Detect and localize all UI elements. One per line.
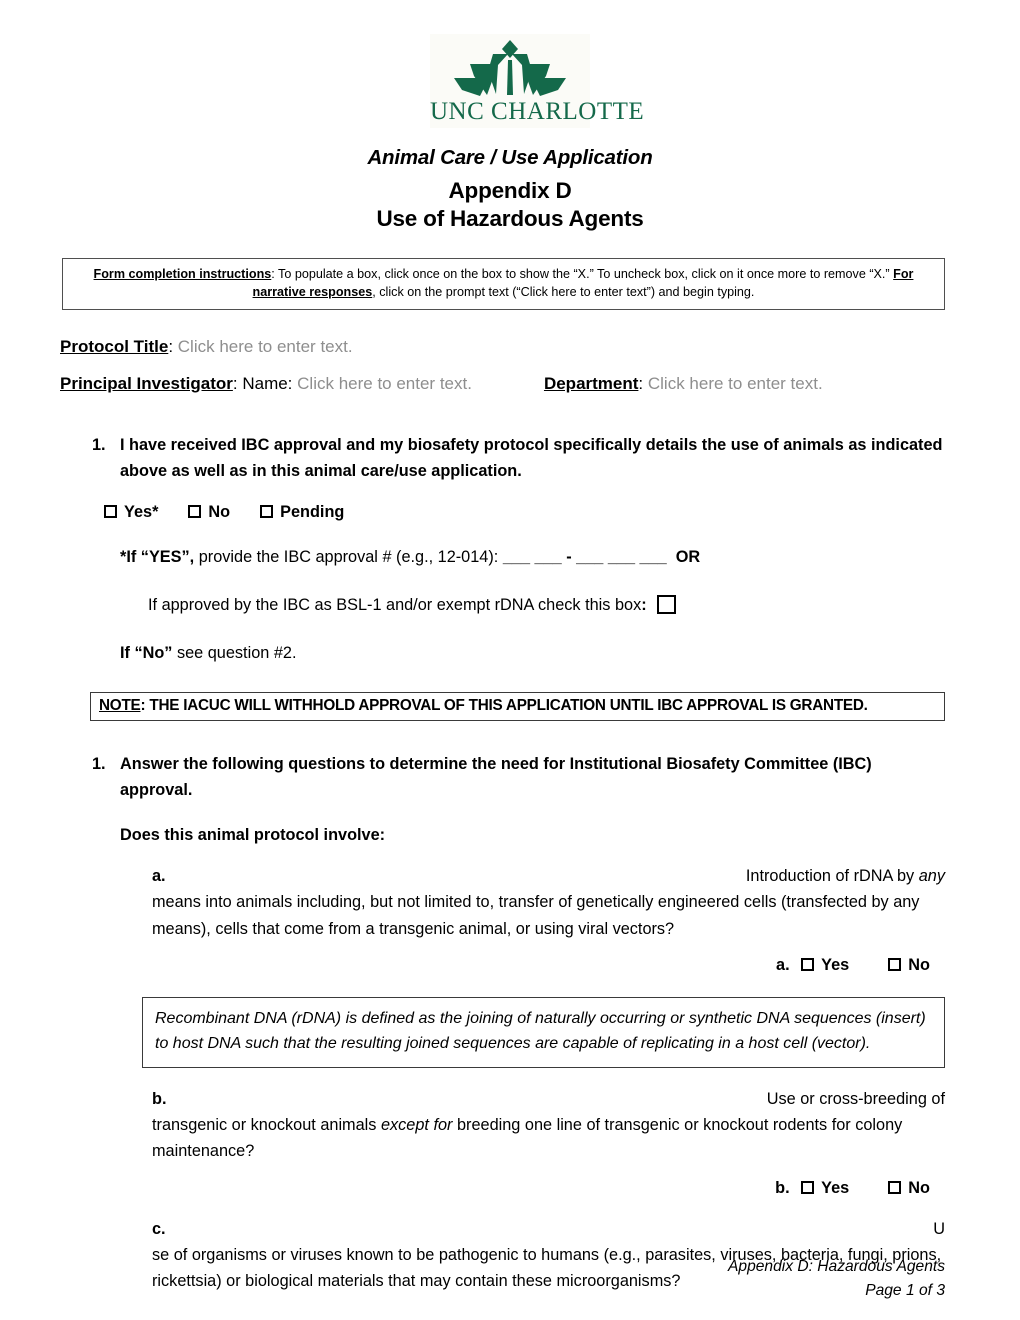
pi-name-input[interactable]: Click here to enter text. (297, 374, 472, 393)
item-a-first-line: Introduction of rDNA by any (745, 866, 945, 885)
logo-header: UNC CHARLOTTE (0, 0, 1020, 128)
if-no-instruction: see question #2. (172, 643, 297, 662)
item-b-answer-letter: b. (775, 1178, 790, 1197)
if-yes-label: *If “YES”, (120, 547, 195, 566)
checkbox-no-icon[interactable] (188, 504, 202, 518)
bsl1-colon: : (641, 595, 647, 614)
unc-charlotte-logo: UNC CHARLOTTE (430, 34, 645, 128)
principal-investigator-row: Principal Investigator: Name: Click here… (60, 373, 960, 394)
question-1-number: 1. (92, 436, 106, 454)
question-2-text: Answer the following questions to determ… (120, 754, 872, 800)
item-b-letter: b. (152, 1089, 167, 1108)
item-b-no-label: No (908, 1178, 930, 1197)
question-2: 1. Answer the following questions to det… (92, 751, 945, 804)
checkbox-b-no-icon[interactable] (888, 1180, 902, 1194)
department-label: Department (543, 373, 639, 393)
question-1-text: I have received IBC approval and my bios… (120, 436, 943, 481)
option-pending-label: Pending (280, 502, 345, 521)
checkbox-a-yes-icon[interactable] (801, 957, 815, 971)
checkbox-pending-icon[interactable] (260, 504, 274, 518)
checkbox-b-yes-icon[interactable] (801, 1180, 815, 1194)
principal-investigator-label: Principal Investigator (60, 373, 233, 393)
checkbox-yes-icon[interactable] (104, 504, 117, 518)
item-b-yes-label: Yes (821, 1178, 850, 1197)
note-label: NOTE (99, 696, 141, 714)
page-footer: Appendix D: Hazardous Agents Page 1 of 3 (728, 1255, 945, 1302)
instructions-text-1: : To populate a box, click once on the b… (271, 267, 894, 281)
option-yes[interactable]: Yes* (104, 503, 158, 522)
ibc-approval-number-row: *If “YES”, provide the IBC approval # (e… (120, 544, 945, 570)
logo-wordmark: UNC CHARLOTTE (430, 98, 645, 125)
page-total: 3 (936, 1281, 945, 1299)
footer-pagination: Page 1 of 3 (865, 1281, 945, 1299)
item-a-answer-letter: a. (776, 955, 790, 974)
instructions-label: Form completion instructions (93, 267, 272, 281)
question-2-item-b: b. Use or cross-breeding of transgenic o… (152, 1086, 945, 1165)
form-instructions-box: Form completion instructions: To populat… (62, 258, 945, 310)
page-number: 1 (905, 1281, 915, 1299)
rdna-definition-box: Recombinant DNA (rDNA) is defined as the… (142, 996, 945, 1068)
crown-icon (454, 40, 566, 96)
pi-name-prefix: : Name: (232, 373, 298, 393)
option-no[interactable]: No (188, 503, 230, 522)
checkbox-a-no-icon[interactable] (888, 957, 902, 971)
question-1: 1. I have received IBC approval and my b… (92, 432, 945, 485)
item-a-body: means into animals including, but not li… (152, 893, 920, 938)
question-2-prompt: Does this animal protocol involve: (120, 825, 386, 844)
question-2-item-a: a. Introduction of rDNA by any means int… (152, 863, 945, 942)
item-b-first-line: Use or cross-breeding of (766, 1089, 945, 1108)
item-a-answer-row: a. Yes No (0, 956, 930, 975)
if-yes-instruction: provide the IBC approval # (e.g., 12-014… (194, 547, 503, 566)
ibc-approval-number-input[interactable]: ___ ___ - ___ ___ ___ (503, 548, 667, 566)
item-c-letter: c. (152, 1219, 166, 1238)
department-input[interactable]: Click here to enter text. (648, 374, 823, 393)
bsl1-exempt-text: If approved by the IBC as BSL-1 and/or e… (148, 595, 642, 614)
department-colon: : (638, 373, 648, 393)
option-yes-label: Yes* (124, 502, 159, 521)
item-b-answer-row: b. Yes No (0, 1179, 930, 1198)
item-c-first-line: U (933, 1219, 945, 1238)
note-box: NOTE: THE IACUC WILL WITHHOLD APPROVAL O… (90, 691, 945, 721)
checkbox-bsl1-exempt-icon[interactable] (656, 594, 676, 614)
protocol-title-colon: : (168, 336, 178, 356)
page-title: Appendix D (448, 178, 572, 203)
item-a-letter: a. (152, 866, 166, 885)
bsl1-exempt-row: If approved by the IBC as BSL-1 and/or e… (148, 592, 945, 618)
page-title-secondary: Use of Hazardous Agents (376, 206, 644, 231)
document-page: UNC CHARLOTTE Animal Care / Use Applicat… (0, 0, 1020, 1320)
option-pending[interactable]: Pending (260, 503, 344, 522)
option-no-label: No (208, 502, 231, 521)
item-b-body: transgenic or knockout animals except fo… (152, 1115, 903, 1161)
protocol-title-input[interactable]: Click here to enter text. (178, 337, 353, 356)
document-subtitle: Animal Care / Use Application (367, 146, 653, 169)
or-label: OR (675, 547, 701, 566)
if-no-row: If “No” see question #2. (120, 640, 945, 666)
note-text: : THE IACUC WILL WITHHOLD APPROVAL OF TH… (140, 696, 868, 714)
item-a-yes-label: Yes (821, 955, 850, 974)
item-a-no-label: No (908, 955, 930, 974)
footer-title: Appendix D: Hazardous Agents (728, 1258, 945, 1276)
protocol-title-label: Protocol Title (60, 336, 169, 356)
question-2-number: 1. (92, 754, 106, 773)
protocol-title-row: Protocol Title: Click here to enter text… (60, 336, 960, 357)
if-no-label: If “No” (120, 643, 173, 662)
instructions-text-2: , click on the prompt text (“Click here … (372, 285, 755, 300)
question-1-options: Yes* No Pending (104, 503, 1020, 522)
